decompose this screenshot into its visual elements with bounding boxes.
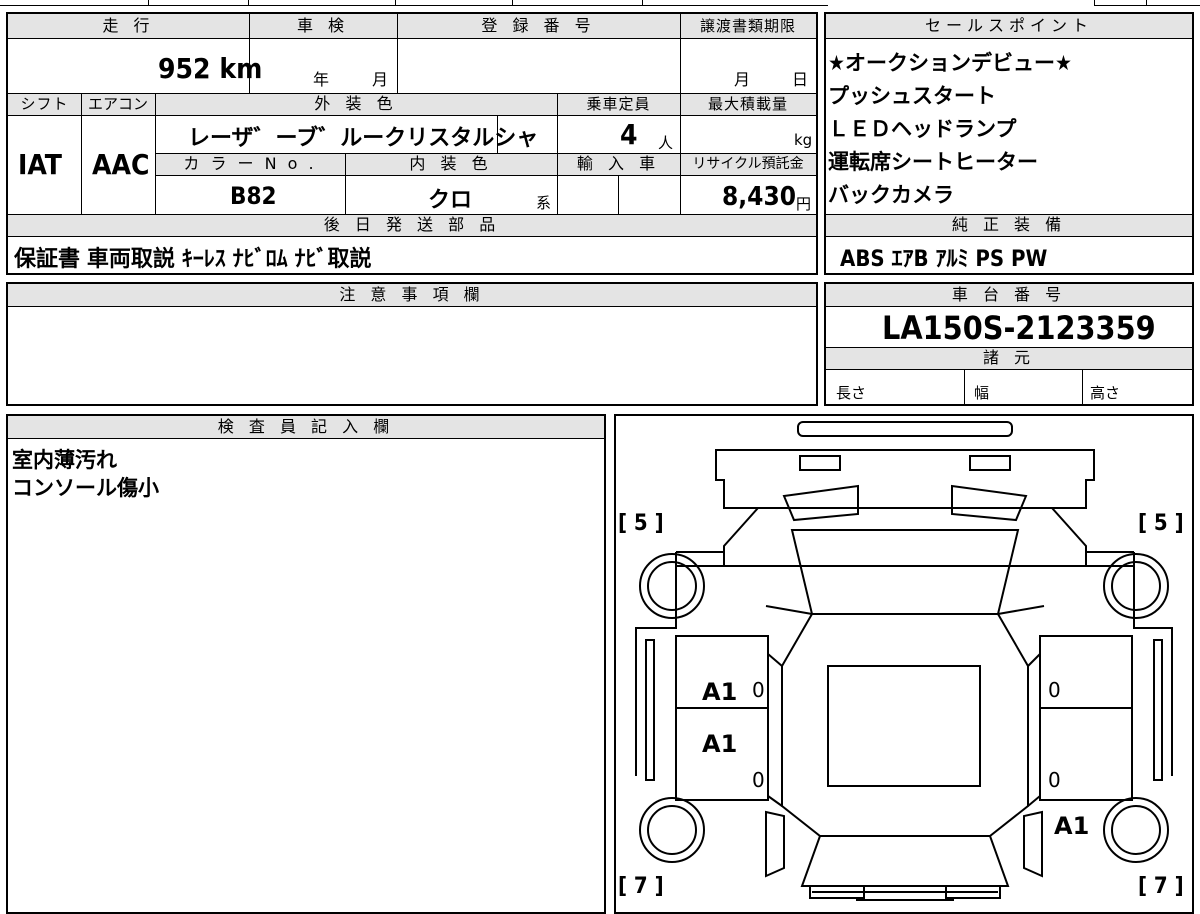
dent-count-rr: 0: [1048, 768, 1061, 792]
recycle-label: リサイクル預託金: [692, 156, 804, 172]
inspection-label: 車 検: [296, 16, 350, 35]
inspector-label: 検 査 員 記 入 欄: [217, 417, 395, 436]
exterior-color-value: レーザ゛ーブ゛ルークリスタルシャ: [188, 126, 539, 151]
damage-mark-rear-right-quarter: A1: [1054, 812, 1090, 840]
car-diagram: [ 5 ] [ 5 ] [ 7 ] [ 7 ] A1 A1 A1 0 0 0 0: [614, 414, 1194, 914]
car-outline: [635, 421, 1173, 901]
capacity-label: 乗車定員: [586, 95, 651, 113]
damage-mark-front-left-door: A1: [702, 678, 738, 706]
spec-table: 走 行 車 検 登 録 番 号 譲渡書類期限 952 km 年 月 月 日 シフ…: [6, 12, 818, 275]
top-strip: [0, 0, 1200, 7]
damage-mark-rear-left-door: A1: [702, 730, 738, 758]
mileage-value: 952 km: [158, 52, 263, 85]
chassis-label: 車 台 番 号: [951, 285, 1067, 304]
tire-rear-left: [ 7 ]: [618, 874, 664, 899]
aircon-label: エアコン: [87, 95, 148, 113]
width-label: 幅: [974, 384, 990, 402]
chassis-value: LA150S-2123359: [882, 309, 1156, 347]
transfer-deadline-label: 譲渡書類期限: [699, 17, 796, 35]
inspector-box: 検 査 員 記 入 欄 室内薄汚れ コンソール傷小: [6, 414, 606, 914]
height-label: 高さ: [1090, 384, 1121, 402]
genuine-equipment-label: 純 正 装 備: [951, 215, 1067, 234]
import-label: 輸 入 車: [576, 154, 661, 173]
inspection-month-unit: 月: [372, 70, 389, 89]
dimensions-label: 諸 元: [982, 348, 1036, 367]
dent-count-rl: 0: [752, 768, 765, 792]
sales-point-item: バックカメラ: [828, 183, 954, 207]
inspection-year-unit: 年: [313, 70, 330, 89]
sales-point-item: 運転席シートヒーター: [828, 150, 1038, 174]
dent-count-fr: 0: [1048, 678, 1061, 702]
capacity-value: 4: [620, 118, 638, 151]
capacity-unit: 人: [658, 134, 674, 152]
inspector-line: 室内薄汚れ: [12, 448, 117, 472]
notes-box: 注 意 事 項 欄: [6, 282, 818, 406]
recycle-unit: 円: [796, 195, 812, 213]
interior-color-value: クロ: [428, 188, 473, 213]
sales-point-item: プッシュスタート: [828, 84, 996, 108]
tire-front-right: [ 5 ]: [1138, 511, 1184, 536]
sales-points-box: セールスポイント ★オークションデビュー★ プッシュスタート ＬＥＤヘッドランプ…: [824, 12, 1194, 275]
recycle-value: 8,430: [722, 182, 796, 212]
inspector-line: コンソール傷小: [12, 476, 159, 500]
color-no-label: カ ラ ー N o .: [183, 154, 317, 173]
interior-color-unit: 系: [536, 194, 552, 212]
sales-points-label: セールスポイント: [924, 16, 1093, 35]
registration-label: 登 録 番 号: [481, 16, 596, 35]
max-load-unit: kg: [794, 131, 813, 149]
shift-value: IAT: [18, 148, 62, 181]
shift-label: シフト: [20, 95, 69, 113]
later-parts-label: 後 日 発 送 部 品: [323, 215, 501, 234]
aircon-value: AAC: [92, 148, 150, 181]
dent-count-fl: 0: [752, 678, 765, 702]
sales-point-item: ＬＥＤヘッドランプ: [828, 117, 1017, 141]
exterior-color-label: 外 装 色: [314, 94, 398, 113]
transfer-month-unit: 月: [734, 70, 751, 89]
transfer-day-unit: 日: [792, 70, 809, 89]
interior-color-label: 内 装 色: [409, 154, 493, 173]
later-parts-items: 保証書 車両取説 ｷｰﾚｽ ﾅﾋﾞﾛﾑ ﾅﾋﾞ取説: [14, 247, 372, 272]
color-no-value: B82: [230, 182, 277, 210]
genuine-equipment-value: ABS ｴｱB ｱﾙﾐ PS PW: [840, 247, 1048, 272]
tire-rear-right: [ 7 ]: [1138, 874, 1184, 899]
max-load-label: 最大積載量: [707, 95, 788, 113]
chassis-box: 車 台 番 号 LA150S-2123359 諸 元 長さ 幅 高さ: [824, 282, 1194, 406]
length-label: 長さ: [836, 384, 867, 402]
tire-front-left: [ 5 ]: [618, 511, 664, 536]
mileage-label: 走 行: [102, 16, 155, 35]
notes-label: 注 意 事 項 欄: [339, 285, 485, 304]
sales-point-item: ★オークションデビュー★: [828, 51, 1072, 75]
